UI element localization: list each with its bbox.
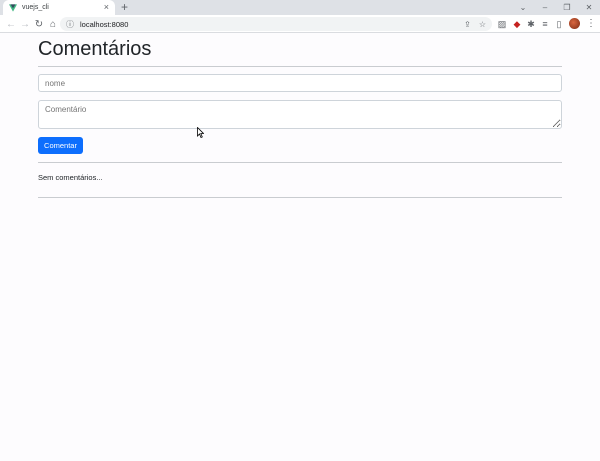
back-arrow-icon[interactable]: ← xyxy=(4,17,18,31)
divider xyxy=(38,197,562,198)
submit-comment-button[interactable]: Comentar xyxy=(38,137,83,154)
address-bar[interactable]: ⓘ localhost:8080 ⇪ ☆ xyxy=(60,17,492,31)
divider xyxy=(38,162,562,163)
profile-avatar[interactable] xyxy=(569,18,580,29)
extension-badge-icon: ◆ xyxy=(513,18,521,29)
puzzle-extensions-icon[interactable]: ✱ xyxy=(525,18,537,30)
mouse-cursor-icon xyxy=(197,127,204,138)
browser-menu-icon[interactable]: ⋮ xyxy=(586,18,596,30)
tab-search-icon[interactable]: ⌄ xyxy=(512,0,534,15)
browser-tab[interactable]: vuejs_cli × xyxy=(3,0,115,15)
extension-icon-2[interactable]: ◆ xyxy=(511,18,523,30)
share-icon[interactable]: ⇪ xyxy=(464,20,471,29)
forward-arrow-icon[interactable]: → xyxy=(18,17,32,31)
extension-icon-1[interactable]: ▨ xyxy=(496,18,508,30)
browser-toolbar: ← → ↻ ⌂ ⓘ localhost:8080 ⇪ ☆ ▨ ◆ ✱ ≡ ▯ ⋮ xyxy=(0,15,600,33)
name-input[interactable] xyxy=(38,74,562,92)
empty-comments-message: Sem comentários... xyxy=(38,173,103,182)
restore-icon[interactable]: ❐ xyxy=(556,0,578,15)
reload-icon[interactable]: ↻ xyxy=(32,17,46,31)
new-tab-button[interactable]: + xyxy=(121,1,128,14)
url-text: localhost:8080 xyxy=(80,19,129,29)
tab-close-icon[interactable]: × xyxy=(104,3,109,12)
divider xyxy=(38,66,562,67)
close-window-icon[interactable]: ✕ xyxy=(578,0,600,15)
side-panel-icon[interactable]: ▯ xyxy=(553,18,565,30)
tab-strip: vuejs_cli × + ⌄ – ❐ ✕ xyxy=(0,0,600,15)
comments-page: Comentários Comentar Sem comentários... xyxy=(38,33,562,198)
reading-list-icon[interactable]: ≡ xyxy=(539,18,551,30)
page-title: Comentários xyxy=(38,38,152,60)
vue-favicon-icon xyxy=(9,3,17,12)
comment-textarea[interactable] xyxy=(38,100,562,129)
minimize-icon[interactable]: – xyxy=(534,0,556,15)
tab-title: vuejs_cli xyxy=(22,4,49,11)
bookmark-star-icon[interactable]: ☆ xyxy=(479,20,486,29)
site-info-icon[interactable]: ⓘ xyxy=(66,19,74,30)
home-icon[interactable]: ⌂ xyxy=(46,17,60,31)
